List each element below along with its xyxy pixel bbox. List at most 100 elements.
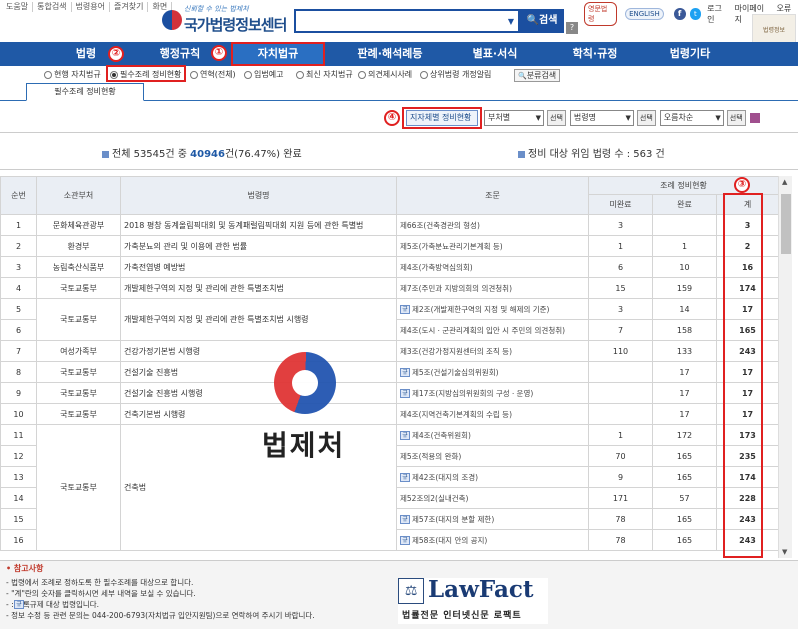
row-article-text: 제3조(건강가정지원센터의 조직 등) — [400, 346, 512, 356]
dropdown-arrow-icon[interactable]: ▼ — [508, 17, 514, 26]
chevron-down-icon: ▼ — [625, 114, 631, 122]
sort-order-select[interactable]: 오름차순 ▼ — [659, 110, 724, 126]
excel-download-icon[interactable] — [749, 113, 760, 123]
moleg-watermark: 법제처 — [262, 352, 362, 472]
site-logo[interactable]: 신뢰할 수 있는 법제처 국가법령정보센터 — [162, 4, 288, 36]
tab-mandatory-ordinance-status[interactable]: 필수조례 정비현황 — [26, 83, 144, 101]
nav-admin-rules[interactable]: 행정규칙 — [110, 42, 250, 66]
search-input[interactable]: ▼ — [294, 9, 520, 33]
header-article: 조문 — [396, 176, 589, 215]
row-number: 9 — [0, 382, 37, 404]
row-number: 15 — [0, 508, 37, 530]
chevron-down-icon: ▼ — [715, 114, 721, 122]
row-law-name[interactable]: 개발제한구역의 지정 및 관리에 관한 특별조치법 시행령 — [120, 298, 397, 341]
regulation-icon: 규 — [400, 305, 410, 314]
bullet-icon — [518, 150, 525, 158]
row-incomplete — [588, 361, 653, 383]
lawfact-name: LawFact — [428, 576, 534, 603]
nav-school-rules[interactable]: 학칙·규정 — [540, 42, 650, 66]
row-article-text: 제5조(건설기술심의위원회) — [412, 367, 499, 377]
nav-appendix-forms[interactable]: 별표·서식 — [440, 42, 550, 66]
row-complete: 165 — [652, 508, 717, 530]
nav-other-laws[interactable]: 법령기타 — [640, 42, 740, 66]
radio-opinion-cases[interactable]: 의견제시사례 — [358, 69, 412, 80]
radio-parent-law-alert[interactable]: 상위법령 개정알림 — [420, 69, 491, 80]
row-complete: 10 — [652, 256, 717, 278]
row-law-name[interactable]: 가축전염병 예방법 — [120, 256, 397, 278]
legal-terms-link[interactable]: 법령용어 — [72, 2, 110, 12]
top-links: 도움말 통합검색 법령용어 즐겨찾기 화면 — [2, 2, 173, 12]
row-article[interactable]: 제7조(주민과 지방의회의 의견청취) — [396, 277, 589, 299]
row-article[interactable]: 규 제4조(건축위원회) — [396, 424, 589, 446]
row-article[interactable]: 규 제42조(대지의 조경) — [396, 466, 589, 488]
category-search-button[interactable]: 🔍 분류검색 — [514, 69, 561, 82]
row-article-text: 제66조(건축경관의 형성) — [400, 220, 480, 230]
row-article[interactable]: 제52조의2(실내건축) — [396, 487, 589, 509]
law-name-select-button[interactable]: 선택 — [636, 110, 656, 126]
row-article[interactable]: 규 제58조(대지 안의 공지) — [396, 529, 589, 551]
row-incomplete: 171 — [588, 487, 653, 509]
highlight-box-local-laws — [231, 42, 325, 66]
radio-current-local-laws[interactable]: 현행 자치법규 — [44, 69, 101, 80]
table-row: 9 국토교통부 건설기술 진흥법 시행령 규 제17조(지방심의위원회의 구성ㆍ운영) 1… — [0, 382, 778, 404]
category-search-label: 분류검색 — [526, 71, 557, 80]
twitter-icon[interactable]: t — [689, 8, 702, 20]
favorites-link[interactable]: 즐겨찾기 — [110, 2, 149, 12]
row-complete: 165 — [652, 445, 717, 467]
facebook-icon[interactable]: f — [673, 8, 686, 20]
row-incomplete: 9 — [588, 466, 653, 488]
nav-precedents[interactable]: 판례·해석례등 — [330, 42, 450, 66]
row-article-text: 제52조의2(실내건축) — [400, 493, 469, 503]
row-article[interactable]: 제3조(건강가정지원센터의 조직 등) — [396, 340, 589, 362]
row-ministry: 국토교통부 — [36, 382, 121, 404]
row-law-name[interactable]: 개발제한구역의 지정 및 관리에 관한 특별조치법 — [120, 277, 397, 299]
radio-history[interactable]: 연혁(전체) — [190, 69, 236, 80]
row-law-name[interactable]: 2018 평창 동계올림픽대회 및 동계패럴림픽대회 지원 등에 관한 특별법 — [120, 214, 397, 236]
row-law-name[interactable]: 가축분뇨의 관리 및 이용에 관한 법률 — [120, 235, 397, 257]
sort-order-select-button[interactable]: 선택 — [726, 110, 746, 126]
radio-legislative-notice[interactable]: 입법예고 — [244, 69, 283, 80]
row-ministry: 국토교통부 — [36, 424, 121, 551]
row-number: 6 — [0, 319, 37, 341]
radio-icon — [244, 70, 252, 79]
chevron-down-icon: ▼ — [535, 114, 541, 122]
search-help-button[interactable]: ? — [566, 22, 578, 34]
row-article[interactable]: 규 제2조(개발제한구역의 지정 및 해제의 기준) — [396, 298, 589, 320]
logo-tagline: 신뢰할 수 있는 법제처 — [184, 5, 249, 13]
table-row: 11 국토교통부 건축법 규 제4조(건축위원회) 1 172 173 — [0, 424, 778, 551]
table-scrollbar[interactable]: ▲ ▼ — [778, 176, 792, 558]
scroll-down-icon[interactable]: ▼ — [782, 548, 787, 556]
row-article[interactable]: 규 제17조(지방심의위원회의 구성ㆍ운영) — [396, 382, 589, 404]
row-article[interactable]: 제66조(건축경관의 형성) — [396, 214, 589, 236]
row-article[interactable]: 제4조(가축방역심의회) — [396, 256, 589, 278]
row-article[interactable]: 제4조(지역건축기본계획의 수립 등) — [396, 403, 589, 425]
english-link[interactable]: ENGLISH — [625, 8, 664, 20]
ministry-select[interactable]: 부처별 ▼ — [484, 110, 544, 126]
row-article[interactable]: 규 제5조(건설기술심의위원회) — [396, 361, 589, 383]
scroll-up-icon[interactable]: ▲ — [782, 178, 787, 186]
search-button[interactable]: 🔍검색 — [520, 9, 564, 33]
row-number: 12 — [0, 445, 37, 467]
summary-total: 전체 53545건 중 40946건(76.47%) 완료 — [102, 145, 302, 160]
row-article[interactable]: 제4조(도시ㆍ군관리계획의 입안 시 주민의 의견청취) — [396, 319, 589, 341]
row-article-text: 제5조(가축분뇨관리기본계획 등) — [400, 241, 503, 251]
bullet-icon — [102, 150, 109, 158]
row-article[interactable]: 제5조(가축분뇨관리기본계획 등) — [396, 235, 589, 257]
help-link[interactable]: 도움말 — [2, 2, 34, 12]
row-article-text: 제4조(지역건축기본계획의 수립 등) — [400, 409, 512, 419]
english-law-badge[interactable]: 영문법령 — [584, 2, 618, 26]
row-complete: 159 — [652, 277, 717, 299]
row-number: 11 — [0, 424, 37, 446]
scrollbar-thumb[interactable] — [781, 194, 791, 254]
notes-title: • 참고사항 — [6, 564, 44, 573]
row-ministry: 국토교통부 — [36, 277, 121, 299]
law-name-select[interactable]: 법령명 ▼ — [569, 110, 634, 126]
integrated-search-link[interactable]: 통합검색 — [33, 2, 72, 12]
row-ministry: 국토교통부 — [36, 403, 121, 425]
row-ministry: 환경부 — [36, 235, 121, 257]
radio-latest-local-laws[interactable]: 최신 자치법규 — [296, 69, 353, 80]
row-article[interactable]: 규 제57조(대지의 분할 제한) — [396, 508, 589, 530]
login-link[interactable]: 로그인 — [707, 3, 729, 25]
ministry-select-button[interactable]: 선택 — [547, 110, 566, 126]
row-article[interactable]: 제5조(적용의 완화) — [396, 445, 589, 467]
